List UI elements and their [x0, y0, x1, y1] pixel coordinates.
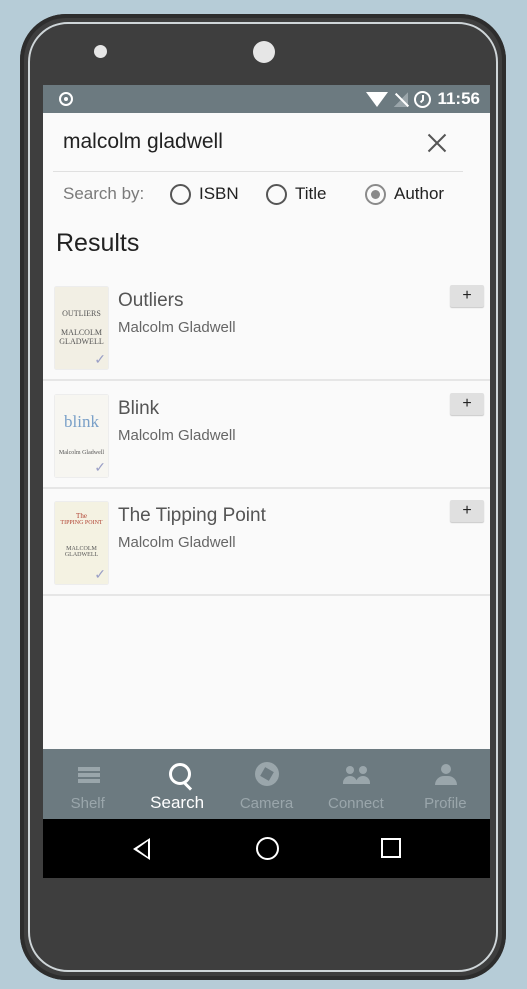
radio-isbn-label: ISBN [199, 184, 239, 203]
checkmark-icon: ✓ [94, 353, 106, 368]
search-icon [169, 763, 192, 785]
nav-search-label: Search [150, 793, 205, 812]
book-cover: blink Malcolm Gladwell ✓ [55, 395, 108, 477]
nav-icon-container [222, 761, 311, 791]
back-icon[interactable] [133, 838, 150, 860]
cover-text: The [76, 512, 87, 520]
book-cover: OUTLIERS MALCOLM GLADWELL ✓ [55, 287, 108, 369]
result-item[interactable]: OUTLIERS MALCOLM GLADWELL ✓ Outliers Mal… [43, 273, 490, 381]
nav-connect-label: Connect [327, 795, 384, 812]
results-heading: Results [56, 229, 140, 257]
book-title: Blink [118, 398, 160, 419]
cover-text: GLADWELL [59, 337, 104, 346]
radio-title-circle[interactable] [266, 183, 287, 205]
connect-icon [342, 766, 372, 784]
cover-text: TIPPING POINT [60, 520, 103, 526]
search-bar [43, 113, 490, 171]
result-item[interactable]: blink Malcolm Gladwell ✓ Blink Malcolm G… [43, 381, 490, 489]
app-screen: 11:56 Search by: ISBN Title Author Resul… [43, 85, 490, 878]
nav-icon-container [43, 761, 132, 791]
search-input[interactable] [63, 127, 403, 157]
recents-icon[interactable] [381, 838, 401, 858]
radio-isbn[interactable]: ISBN [170, 179, 239, 209]
cover-text: blink [64, 412, 99, 431]
nav-shelf-label: Shelf [70, 795, 105, 812]
status-bar: 11:56 [43, 85, 490, 113]
book-author: Malcolm Gladwell [118, 319, 236, 336]
cover-text: OUTLIERS [62, 309, 101, 318]
nav-profile[interactable]: Profile [401, 749, 490, 819]
alarm-icon [414, 90, 432, 108]
add-book-button[interactable]: + [450, 500, 484, 522]
camera-icon [254, 762, 279, 786]
radio-title[interactable]: Title [266, 179, 327, 209]
status-time: 11:56 [437, 89, 480, 108]
nav-connect[interactable]: Connect [311, 749, 400, 819]
book-cover: The TIPPING POINT MALCOLM GLADWELL ✓ [55, 502, 108, 584]
bottom-navigation: Shelf Search Camera Connect Profile [43, 749, 490, 819]
radio-author[interactable]: Author [365, 179, 444, 209]
cover-text: Malcolm Gladwell [58, 450, 105, 456]
shelf-icon [78, 767, 100, 783]
radio-title-label: Title [295, 184, 327, 203]
speaker-dot [94, 45, 107, 58]
nav-icon-container [132, 761, 221, 791]
result-item[interactable]: The TIPPING POINT MALCOLM GLADWELL ✓ The… [43, 488, 490, 596]
nav-search[interactable]: Search [132, 749, 221, 819]
notification-icon [59, 92, 73, 106]
clear-search-icon[interactable] [426, 132, 448, 154]
nav-camera[interactable]: Camera [222, 749, 311, 819]
radio-author-label: Author [394, 184, 445, 203]
nav-camera-label: Camera [239, 795, 294, 812]
book-title: Outliers [118, 290, 184, 311]
nav-shelf[interactable]: Shelf [43, 749, 132, 819]
nav-icon-container [311, 761, 400, 791]
book-title: The Tipping Point [118, 505, 266, 526]
radio-isbn-circle[interactable] [170, 183, 191, 205]
book-author: Malcolm Gladwell [118, 534, 236, 551]
radio-author-circle[interactable] [365, 183, 386, 205]
status-icons: 11:56 [366, 88, 480, 110]
cover-text: MALCOLM [61, 328, 102, 337]
checkmark-icon: ✓ [94, 568, 106, 583]
no-signal-icon [394, 91, 409, 107]
search-divider [53, 171, 463, 172]
wifi-icon [366, 91, 389, 107]
book-author: Malcolm Gladwell [118, 427, 236, 444]
add-book-button[interactable]: + [450, 285, 484, 307]
add-book-button[interactable]: + [450, 393, 484, 415]
nav-profile-label: Profile [424, 795, 467, 812]
system-navigation-bar [43, 819, 490, 878]
cover-text: GLADWELL [64, 552, 99, 558]
profile-icon [434, 764, 457, 786]
home-icon[interactable] [256, 837, 279, 860]
checkmark-icon: ✓ [94, 461, 106, 476]
nav-icon-container [401, 761, 490, 791]
front-camera [253, 41, 275, 63]
search-by-row: Search by: ISBN Title Author [43, 179, 490, 209]
search-by-label: Search by: [63, 184, 145, 203]
